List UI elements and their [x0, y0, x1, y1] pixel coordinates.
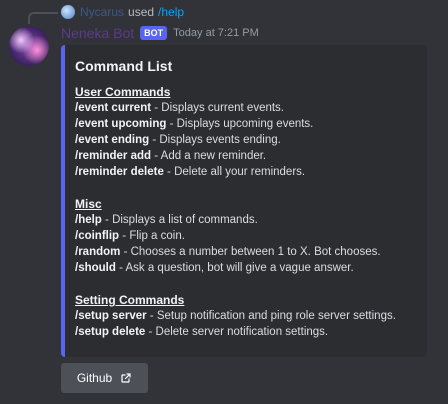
reply-avatar[interactable]: [61, 5, 75, 19]
reply-command[interactable]: /help: [158, 5, 184, 19]
command-line: /setup server - Setup notification and p…: [75, 308, 415, 324]
section-title: User Commands: [75, 85, 171, 99]
bot-avatar[interactable]: [9, 26, 49, 66]
command-name: /event upcoming: [75, 118, 167, 130]
command-description: - Displays a list of commands.: [101, 214, 258, 226]
command-line: /coinflip - Flip a coin.: [75, 228, 415, 244]
bot-username[interactable]: Neneka Bot: [61, 25, 134, 41]
command-line: /reminder delete - Delete all your remin…: [75, 164, 415, 180]
embed-section: User Commands/event current - Displays c…: [75, 84, 415, 180]
command-line: /reminder add - Add a new reminder.: [75, 148, 415, 164]
command-description: - Setup notification and ping role serve…: [146, 310, 396, 322]
bot-badge: BOT: [140, 26, 168, 40]
github-button[interactable]: Github: [61, 363, 148, 393]
command-line: /should - Ask a question, bot will give …: [75, 260, 415, 276]
command-line: /event current - Displays current events…: [75, 100, 415, 116]
command-name: /event current: [75, 102, 152, 114]
command-list-embed: Command List User Commands/event current…: [61, 45, 427, 357]
command-line: /help - Displays a list of commands.: [75, 212, 415, 228]
embed-sections: User Commands/event current - Displays c…: [75, 84, 415, 340]
command-line: /event upcoming - Displays upcoming even…: [75, 116, 415, 132]
command-name: /setup server: [75, 310, 147, 322]
section-title: Misc: [75, 197, 102, 211]
command-name: /reminder delete: [75, 166, 164, 178]
command-name: /reminder add: [75, 150, 152, 162]
command-line: /random - Chooses a number between 1 to …: [75, 244, 415, 260]
reply-username[interactable]: Nycarus: [80, 5, 124, 19]
embed-title: Command List: [75, 58, 173, 74]
command-name: /setup delete: [75, 326, 146, 338]
command-description: - Displays upcoming events.: [166, 118, 314, 130]
command-name: /should: [75, 262, 116, 274]
command-description: - Add a new reminder.: [151, 150, 267, 162]
command-description: - Displays events ending.: [149, 134, 281, 146]
section-title: Setting Commands: [75, 293, 185, 307]
github-button-label: Github: [76, 371, 113, 385]
command-line: /setup delete - Delete server notificati…: [75, 324, 415, 340]
reply-action-text: used: [128, 5, 155, 19]
external-link-icon: [121, 373, 131, 383]
command-name: /random: [75, 246, 121, 258]
reply-connector: [28, 12, 58, 24]
command-description: - Displays current events.: [151, 102, 284, 114]
command-line: /event ending - Displays events ending.: [75, 132, 415, 148]
embed-section: Misc/help - Displays a list of commands.…: [75, 196, 415, 276]
reply-reference[interactable]: Nycarus used /help: [61, 4, 184, 20]
command-name: /help: [75, 214, 102, 226]
message-timestamp[interactable]: Today at 7:21 PM: [173, 27, 259, 39]
message-header: Neneka Bot BOT Today at 7:21 PM: [61, 24, 259, 42]
command-name: /event ending: [75, 134, 150, 146]
command-description: - Delete server notification settings.: [145, 326, 329, 338]
command-description: - Chooses a number between 1 to X. Bot c…: [120, 246, 381, 258]
command-description: - Flip a coin.: [119, 230, 185, 242]
command-name: /coinflip: [75, 230, 120, 242]
embed-section: Setting Commands/setup server - Setup no…: [75, 292, 415, 340]
command-description: - Ask a question, bot will give a vague …: [115, 262, 354, 274]
command-description: - Delete all your reminders.: [163, 166, 306, 178]
